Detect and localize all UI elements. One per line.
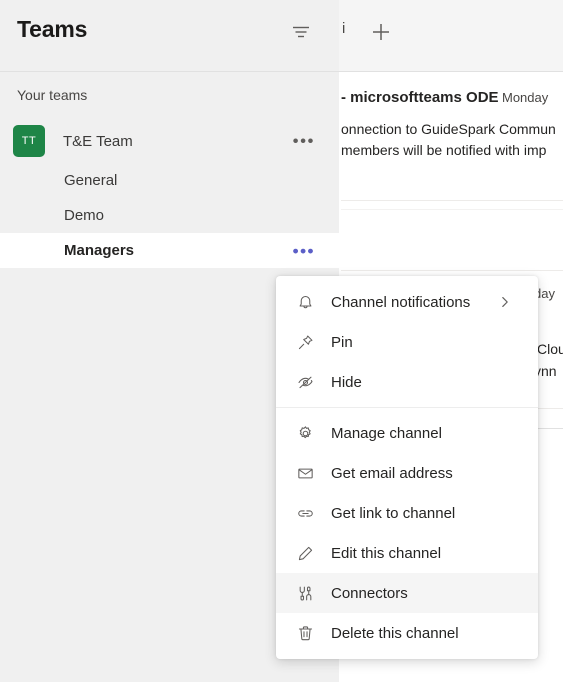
team-avatar: TT: [13, 125, 45, 157]
channel-name: Managers: [64, 242, 135, 259]
connectors-icon: [294, 582, 316, 604]
channel-header: i: [339, 0, 563, 72]
message-timestamp: Monday: [502, 90, 549, 105]
message-body-line-1: onnection to GuideSpark Commun: [341, 121, 556, 137]
menu-item-get-email-address[interactable]: Get email address: [276, 453, 538, 493]
menu-item-label: Connectors: [331, 584, 408, 602]
menu-item-delete-this-channel[interactable]: Delete this channel: [276, 613, 538, 653]
pin-icon: [294, 331, 316, 353]
menu-item-label: Pin: [331, 333, 353, 351]
gear-icon: [294, 422, 316, 444]
channel-name: General: [64, 172, 118, 189]
teams-app-window: Teams Your teams TT T&E Team ••• General…: [0, 0, 563, 682]
menu-item-get-link-to-channel[interactable]: Get link to channel: [276, 493, 538, 533]
eye-off-icon: [294, 371, 316, 393]
message-sender: - microsoftteams ODE: [341, 89, 499, 106]
envelope-icon: [294, 462, 316, 484]
your-teams-label: Your teams: [17, 87, 88, 103]
menu-item-label: Manage channel: [331, 424, 442, 442]
menu-item-hide[interactable]: Hide: [276, 362, 538, 402]
message-card-spacer: [341, 209, 563, 271]
channel-context-menu: Channel notifications Pin Hide Manage ch…: [276, 276, 538, 659]
tab-label-clipped[interactable]: i: [342, 20, 345, 37]
menu-divider: [276, 407, 538, 408]
team-overflow-button[interactable]: •••: [293, 133, 315, 150]
menu-item-label: Edit this channel: [331, 544, 442, 562]
sidebar-channel-demo[interactable]: Demo: [0, 198, 339, 233]
add-tab-button[interactable]: [365, 16, 397, 48]
channel-overflow-button[interactable]: •••: [293, 242, 315, 259]
menu-item-pin[interactable]: Pin: [276, 322, 538, 362]
menu-item-channel-notifications[interactable]: Channel notifications: [276, 282, 538, 322]
menu-item-label: Get email address: [331, 464, 453, 482]
bell-icon: [294, 291, 316, 313]
message-body-line-2: members will be notified with imp: [341, 142, 547, 158]
menu-item-edit-this-channel[interactable]: Edit this channel: [276, 533, 538, 573]
pencil-icon: [294, 542, 316, 564]
menu-item-label: Hide: [331, 373, 362, 391]
page-title: Teams: [17, 16, 88, 42]
menu-item-connectors[interactable]: Connectors: [276, 573, 538, 613]
link-icon: [294, 502, 316, 524]
team-name: T&E Team: [63, 132, 133, 150]
sidebar-channel-managers[interactable]: Managers •••: [0, 233, 339, 268]
chevron-right-icon: [498, 295, 512, 309]
menu-item-manage-channel[interactable]: Manage channel: [276, 413, 538, 453]
message-card[interactable]: - microsoftteams ODE Monday onnection to…: [341, 73, 563, 201]
sidebar-channel-general[interactable]: General: [0, 163, 339, 198]
filter-icon[interactable]: [287, 18, 315, 46]
channel-name: Demo: [64, 207, 105, 224]
menu-item-label: Get link to channel: [331, 504, 456, 522]
menu-item-label: Channel notifications: [331, 293, 471, 311]
trash-icon: [294, 622, 316, 644]
sidebar-team-row[interactable]: TT T&E Team •••: [0, 120, 339, 162]
menu-item-label: Delete this channel: [331, 624, 459, 642]
message-text-clipped-1: Clou: [537, 341, 563, 357]
sidebar-header: Teams: [0, 0, 339, 72]
